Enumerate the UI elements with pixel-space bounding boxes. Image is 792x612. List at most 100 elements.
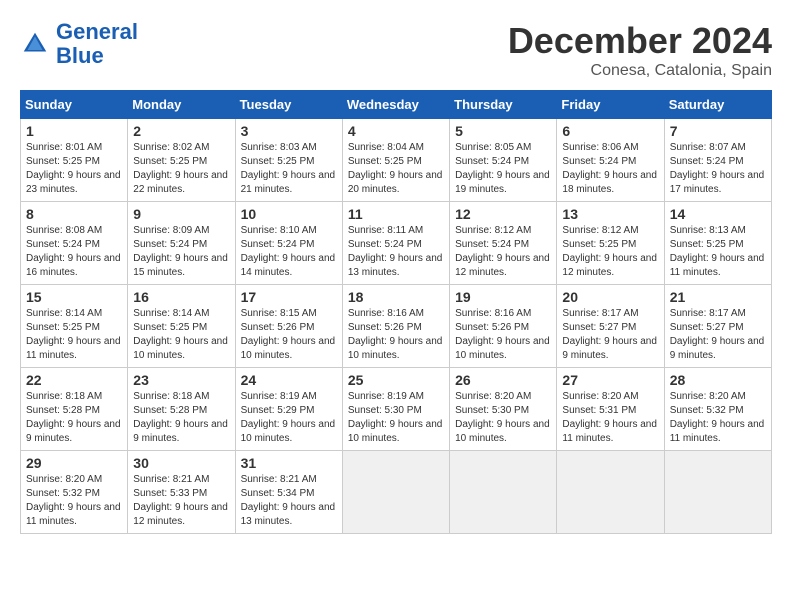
cell-info: Sunrise: 8:04 AMSunset: 5:25 PMDaylight:… bbox=[348, 141, 444, 197]
cell-info: Sunrise: 8:03 AMSunset: 5:25 PMDaylight:… bbox=[241, 141, 337, 197]
cell-info: Sunrise: 8:05 AMSunset: 5:24 PMDaylight:… bbox=[455, 141, 551, 197]
header-row: Sunday Monday Tuesday Wednesday Thursday… bbox=[21, 91, 772, 119]
day-number: 5 bbox=[455, 123, 551, 139]
cell-info: Sunrise: 8:21 AMSunset: 5:34 PMDaylight:… bbox=[241, 473, 337, 529]
day-number: 4 bbox=[348, 123, 444, 139]
calendar-cell bbox=[557, 451, 664, 534]
cell-info: Sunrise: 8:12 AMSunset: 5:25 PMDaylight:… bbox=[562, 224, 658, 280]
day-number: 29 bbox=[26, 455, 122, 471]
day-number: 16 bbox=[133, 289, 229, 305]
cell-info: Sunrise: 8:16 AMSunset: 5:26 PMDaylight:… bbox=[348, 307, 444, 363]
logo-blue: Blue bbox=[56, 43, 104, 68]
calendar-cell: 13 Sunrise: 8:12 AMSunset: 5:25 PMDayligh… bbox=[557, 202, 664, 285]
calendar-cell: 20 Sunrise: 8:17 AMSunset: 5:27 PMDayligh… bbox=[557, 285, 664, 368]
calendar-cell: 30 Sunrise: 8:21 AMSunset: 5:33 PMDayligh… bbox=[128, 451, 235, 534]
calendar-cell: 2Sunrise: 8:02 AMSunset: 5:25 PMDaylight… bbox=[128, 119, 235, 202]
calendar-cell: 16 Sunrise: 8:14 AMSunset: 5:25 PMDayligh… bbox=[128, 285, 235, 368]
col-wednesday: Wednesday bbox=[342, 91, 449, 119]
calendar-header: Sunday Monday Tuesday Wednesday Thursday… bbox=[21, 91, 772, 119]
day-number: 27 bbox=[562, 372, 658, 388]
cell-info: Sunrise: 8:17 AMSunset: 5:27 PMDaylight:… bbox=[670, 307, 766, 363]
calendar-cell: 27 Sunrise: 8:20 AMSunset: 5:31 PMDayligh… bbox=[557, 368, 664, 451]
calendar-cell: 14 Sunrise: 8:13 AMSunset: 5:25 PMDayligh… bbox=[664, 202, 771, 285]
calendar-cell: 31 Sunrise: 8:21 AMSunset: 5:34 PMDayligh… bbox=[235, 451, 342, 534]
cell-info: Sunrise: 8:07 AMSunset: 5:24 PMDaylight:… bbox=[670, 141, 766, 197]
day-number: 3 bbox=[241, 123, 337, 139]
calendar-cell: 3 Sunrise: 8:03 AMSunset: 5:25 PMDaylight… bbox=[235, 119, 342, 202]
location-title: Conesa, Catalonia, Spain bbox=[508, 62, 772, 80]
calendar-cell: 9 Sunrise: 8:09 AMSunset: 5:24 PMDaylight… bbox=[128, 202, 235, 285]
day-number: 10 bbox=[241, 206, 337, 222]
calendar-week-4: 22 Sunrise: 8:18 AMSunset: 5:28 PMDayligh… bbox=[21, 368, 772, 451]
calendar-cell: 6Sunrise: 8:06 AMSunset: 5:24 PMDaylight… bbox=[557, 119, 664, 202]
calendar-cell bbox=[450, 451, 557, 534]
cell-info: Sunrise: 8:08 AMSunset: 5:24 PMDaylight:… bbox=[26, 224, 122, 280]
day-number: 20 bbox=[562, 289, 658, 305]
cell-info: Sunrise: 8:09 AMSunset: 5:24 PMDaylight:… bbox=[133, 224, 229, 280]
calendar-cell: 29 Sunrise: 8:20 AMSunset: 5:32 PMDayligh… bbox=[21, 451, 128, 534]
calendar-cell: 1Sunrise: 8:01 AMSunset: 5:25 PMDaylight… bbox=[21, 119, 128, 202]
calendar-cell: 17 Sunrise: 8:15 AMSunset: 5:26 PMDayligh… bbox=[235, 285, 342, 368]
calendar-cell: 8Sunrise: 8:08 AMSunset: 5:24 PMDaylight… bbox=[21, 202, 128, 285]
calendar-cell: 22 Sunrise: 8:18 AMSunset: 5:28 PMDayligh… bbox=[21, 368, 128, 451]
calendar-cell: 23Sunrise: 8:18 AMSunset: 5:28 PMDayligh… bbox=[128, 368, 235, 451]
cell-info: Sunrise: 8:20 AMSunset: 5:32 PMDaylight:… bbox=[26, 473, 122, 529]
cell-info: Sunrise: 8:20 AMSunset: 5:32 PMDaylight:… bbox=[670, 390, 766, 446]
day-number: 24 bbox=[241, 372, 337, 388]
calendar-cell: 11 Sunrise: 8:11 AMSunset: 5:24 PMDayligh… bbox=[342, 202, 449, 285]
cell-info: Sunrise: 8:15 AMSunset: 5:26 PMDaylight:… bbox=[241, 307, 337, 363]
day-number: 14 bbox=[670, 206, 766, 222]
day-number: 12 bbox=[455, 206, 551, 222]
calendar-cell bbox=[342, 451, 449, 534]
calendar-week-1: 1Sunrise: 8:01 AMSunset: 5:25 PMDaylight… bbox=[21, 119, 772, 202]
day-number: 25 bbox=[348, 372, 444, 388]
month-title: December 2024 bbox=[508, 20, 772, 62]
day-number: 30 bbox=[133, 455, 229, 471]
day-number: 18 bbox=[348, 289, 444, 305]
calendar-cell: 24 Sunrise: 8:19 AMSunset: 5:29 PMDayligh… bbox=[235, 368, 342, 451]
title-area: December 2024 Conesa, Catalonia, Spain bbox=[508, 20, 772, 80]
calendar-cell: 10 Sunrise: 8:10 AMSunset: 5:24 PMDayligh… bbox=[235, 202, 342, 285]
day-number: 13 bbox=[562, 206, 658, 222]
calendar-body: 1Sunrise: 8:01 AMSunset: 5:25 PMDaylight… bbox=[21, 119, 772, 534]
cell-info: Sunrise: 8:11 AMSunset: 5:24 PMDaylight:… bbox=[348, 224, 444, 280]
cell-info: Sunrise: 8:14 AMSunset: 5:25 PMDaylight:… bbox=[26, 307, 122, 363]
day-number: 17 bbox=[241, 289, 337, 305]
logo-text: General Blue bbox=[56, 20, 138, 68]
calendar-cell: 25Sunrise: 8:19 AMSunset: 5:30 PMDayligh… bbox=[342, 368, 449, 451]
col-monday: Monday bbox=[128, 91, 235, 119]
cell-info: Sunrise: 8:16 AMSunset: 5:26 PMDaylight:… bbox=[455, 307, 551, 363]
calendar-table: Sunday Monday Tuesday Wednesday Thursday… bbox=[20, 90, 772, 534]
day-number: 21 bbox=[670, 289, 766, 305]
day-number: 2 bbox=[133, 123, 229, 139]
cell-info: Sunrise: 8:20 AMSunset: 5:31 PMDaylight:… bbox=[562, 390, 658, 446]
day-number: 28 bbox=[670, 372, 766, 388]
col-thursday: Thursday bbox=[450, 91, 557, 119]
calendar-week-2: 8Sunrise: 8:08 AMSunset: 5:24 PMDaylight… bbox=[21, 202, 772, 285]
col-friday: Friday bbox=[557, 91, 664, 119]
calendar-cell: 15Sunrise: 8:14 AMSunset: 5:25 PMDayligh… bbox=[21, 285, 128, 368]
cell-info: Sunrise: 8:14 AMSunset: 5:25 PMDaylight:… bbox=[133, 307, 229, 363]
day-number: 26 bbox=[455, 372, 551, 388]
cell-info: Sunrise: 8:19 AMSunset: 5:29 PMDaylight:… bbox=[241, 390, 337, 446]
day-number: 19 bbox=[455, 289, 551, 305]
calendar-cell: 21 Sunrise: 8:17 AMSunset: 5:27 PMDayligh… bbox=[664, 285, 771, 368]
day-number: 11 bbox=[348, 206, 444, 222]
calendar-cell: 19 Sunrise: 8:16 AMSunset: 5:26 PMDayligh… bbox=[450, 285, 557, 368]
calendar-cell: 18 Sunrise: 8:16 AMSunset: 5:26 PMDayligh… bbox=[342, 285, 449, 368]
calendar-cell: 12Sunrise: 8:12 AMSunset: 5:24 PMDayligh… bbox=[450, 202, 557, 285]
cell-info: Sunrise: 8:01 AMSunset: 5:25 PMDaylight:… bbox=[26, 141, 122, 197]
col-sunday: Sunday bbox=[21, 91, 128, 119]
calendar-week-3: 15Sunrise: 8:14 AMSunset: 5:25 PMDayligh… bbox=[21, 285, 772, 368]
cell-info: Sunrise: 8:18 AMSunset: 5:28 PMDaylight:… bbox=[26, 390, 122, 446]
cell-info: Sunrise: 8:17 AMSunset: 5:27 PMDaylight:… bbox=[562, 307, 658, 363]
cell-info: Sunrise: 8:21 AMSunset: 5:33 PMDaylight:… bbox=[133, 473, 229, 529]
calendar-cell: 26Sunrise: 8:20 AMSunset: 5:30 PMDayligh… bbox=[450, 368, 557, 451]
day-number: 9 bbox=[133, 206, 229, 222]
day-number: 22 bbox=[26, 372, 122, 388]
day-number: 7 bbox=[670, 123, 766, 139]
calendar-cell: 7 Sunrise: 8:07 AMSunset: 5:24 PMDaylight… bbox=[664, 119, 771, 202]
cell-info: Sunrise: 8:13 AMSunset: 5:25 PMDaylight:… bbox=[670, 224, 766, 280]
cell-info: Sunrise: 8:10 AMSunset: 5:24 PMDaylight:… bbox=[241, 224, 337, 280]
day-number: 31 bbox=[241, 455, 337, 471]
